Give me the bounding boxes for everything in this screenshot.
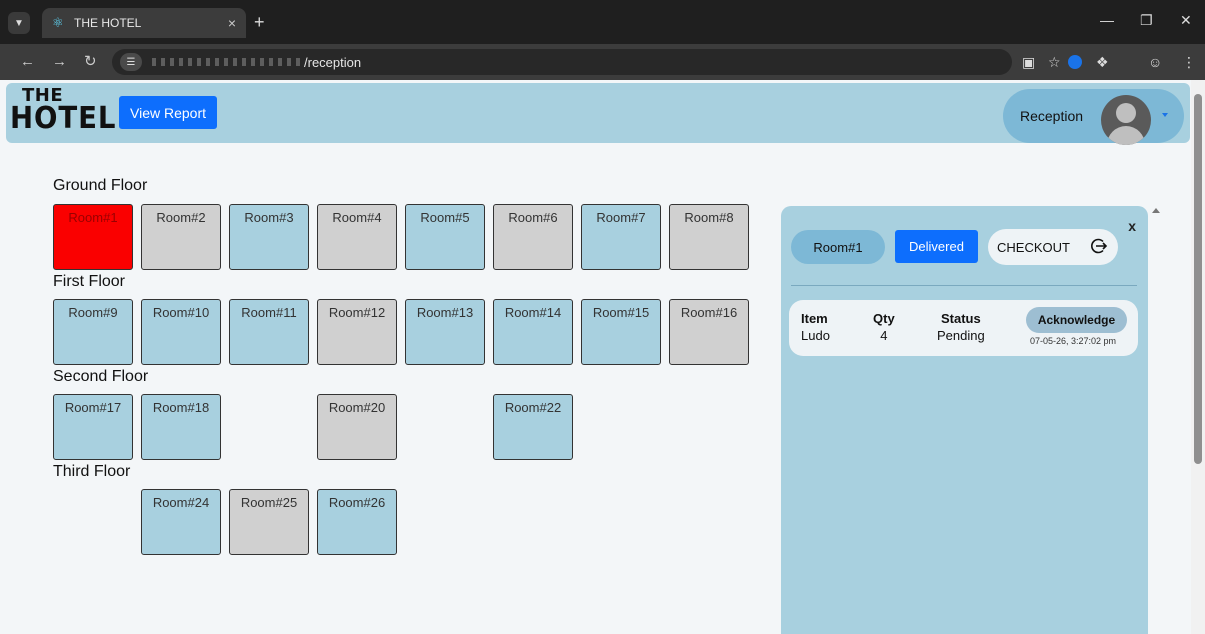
browser-tab[interactable]: ⚛ THE HOTEL × (42, 8, 246, 38)
room-card[interactable]: Room#17 (53, 394, 133, 460)
react-favicon-icon: ⚛ (52, 15, 64, 30)
room-card[interactable]: Room#11 (229, 299, 309, 365)
scroll-up-icon[interactable] (1152, 208, 1160, 213)
room-card[interactable]: Room#15 (581, 299, 661, 365)
room-card[interactable]: Room#7 (581, 204, 661, 270)
room-card[interactable]: Room#16 (669, 299, 749, 365)
checkout-button[interactable]: CHECKOUT (988, 229, 1118, 265)
profile-icon[interactable]: ☺ (1148, 53, 1162, 71)
room-card[interactable]: Room#3 (229, 204, 309, 270)
status-header: Status (940, 311, 981, 326)
panel-scrollbar[interactable] (1149, 206, 1163, 634)
tab-search-icon[interactable]: ▼ (8, 12, 30, 34)
app-header: THE HOTEL View Report Reception (6, 83, 1190, 145)
room-card[interactable]: Room#6 (493, 204, 573, 270)
bookmark-star-icon[interactable]: ☆ (1048, 53, 1061, 71)
view-report-button[interactable]: View Report (119, 96, 218, 129)
url-path: /reception (304, 54, 362, 70)
hotel-logo: THE HOTEL (10, 87, 126, 134)
address-bar[interactable]: ☰ /reception (112, 49, 1012, 75)
room-card[interactable]: Room#4 (317, 204, 397, 270)
item-value: Ludo (801, 328, 830, 343)
room-card[interactable]: Room#2 (141, 204, 221, 270)
room-card[interactable]: Room#8 (669, 204, 749, 270)
back-icon[interactable]: ← (20, 53, 35, 71)
acknowledge-button[interactable]: Acknowledge (1026, 307, 1127, 333)
room-card[interactable]: Room#12 (317, 299, 397, 365)
page-scrollbar[interactable] (1191, 80, 1205, 634)
room-detail-panel: x Room#1 Delivered CHECKOUT Item Ludo Qt… (781, 206, 1148, 634)
panel-divider (791, 285, 1137, 286)
status-value: Pending (937, 328, 985, 343)
tab-close-icon[interactable]: × (228, 15, 236, 31)
chevron-down-icon[interactable] (1162, 113, 1168, 117)
room-card[interactable]: Room#1 (53, 204, 133, 270)
room-card[interactable]: Room#5 (405, 204, 485, 270)
room-card[interactable]: Room#13 (405, 299, 485, 365)
room-card[interactable]: Room#25 (229, 489, 309, 555)
logo-line-2: HOTEL (10, 101, 117, 136)
logout-arrow-icon (1091, 238, 1108, 254)
qty-header: Qty (873, 311, 895, 326)
minimize-icon[interactable]: — (1100, 12, 1114, 28)
reload-icon[interactable]: ↻ (84, 53, 97, 71)
scrollbar-thumb[interactable] (1194, 94, 1202, 464)
browser-tabbar: ▼ ⚛ THE HOTEL × + — ❐ ✕ (0, 0, 1205, 44)
tab-title: THE HOTEL (74, 16, 142, 30)
browser-toolbar: ← → ↻ ☰ /reception ▣ ☆ ❖ ☺ ⋮ (0, 44, 1205, 80)
room-card[interactable]: Room#22 (493, 394, 573, 460)
room-card[interactable]: Room#14 (493, 299, 573, 365)
item-header: Item (801, 311, 828, 326)
forward-icon[interactable]: → (52, 53, 67, 71)
restore-icon[interactable]: ❐ (1140, 12, 1153, 29)
floor-title: Ground Floor (53, 177, 148, 194)
selected-room-badge: Room#1 (791, 230, 885, 264)
room-card[interactable]: Room#10 (141, 299, 221, 365)
new-tab-icon[interactable]: + (254, 12, 265, 32)
floor-title: First Floor (53, 273, 125, 290)
extension-download-icon[interactable] (1068, 55, 1082, 69)
floor-title: Second Floor (53, 368, 149, 385)
room-card[interactable]: Room#18 (141, 394, 221, 460)
room-card[interactable]: Room#9 (53, 299, 133, 365)
page-viewport: THE HOTEL View Report Reception Ground F… (0, 80, 1205, 634)
close-window-icon[interactable]: ✕ (1180, 12, 1192, 29)
close-panel-icon[interactable]: x (1128, 218, 1136, 234)
delivered-button[interactable]: Delivered (895, 230, 978, 263)
url-redacted (152, 58, 302, 66)
cast-icon[interactable]: ▣ (1022, 53, 1035, 71)
room-card[interactable]: Room#20 (317, 394, 397, 460)
browser-menu-icon[interactable]: ⋮ (1182, 53, 1196, 71)
site-info-icon[interactable]: ☰ (120, 53, 142, 71)
room-card[interactable]: Room#26 (317, 489, 397, 555)
checkout-label: CHECKOUT (997, 239, 1070, 255)
qty-value: 4 (880, 328, 888, 343)
order-card: Item Ludo Qty 4 Status Pending Acknowled… (789, 300, 1138, 356)
role-label: Reception (1020, 108, 1084, 124)
order-timestamp: 07-05-26, 3:27:02 pm (1030, 336, 1117, 346)
avatar-icon[interactable] (1101, 95, 1151, 145)
user-menu[interactable]: Reception (1003, 89, 1184, 145)
room-card[interactable]: Room#24 (141, 489, 221, 555)
floor-title: Third Floor (53, 463, 131, 480)
extensions-puzzle-icon[interactable]: ❖ (1096, 53, 1109, 71)
